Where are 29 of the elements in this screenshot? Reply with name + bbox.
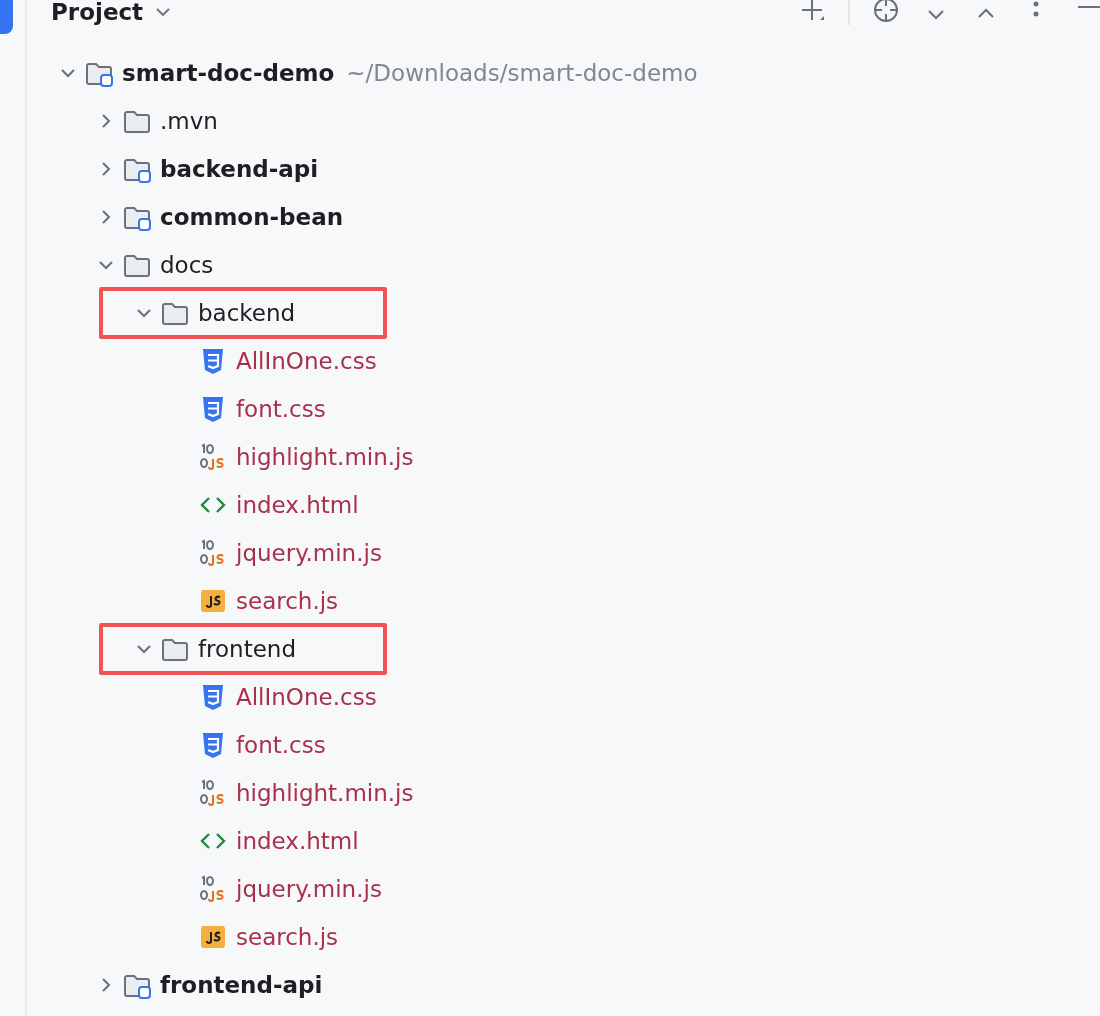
file-name[interactable]: search.js — [236, 924, 339, 950]
folder-name[interactable]: backend — [198, 300, 296, 326]
file-name[interactable]: AllInOne.css — [236, 684, 377, 710]
minified-js-icon — [199, 875, 227, 903]
tool-window-button[interactable] — [0, 0, 13, 34]
project-path: ~/Downloads/smart-doc-demo — [346, 60, 698, 86]
file-name[interactable]: index.html — [236, 492, 359, 518]
minified-js-icon — [199, 539, 227, 567]
folder-name[interactable]: .mvn — [160, 108, 218, 134]
folder-name[interactable]: backend-api — [160, 156, 319, 182]
file-name[interactable]: highlight.min.js — [236, 444, 414, 470]
file-name[interactable]: search.js — [236, 588, 339, 614]
js-file-icon — [199, 587, 227, 615]
file-name[interactable]: index.html — [236, 828, 359, 854]
folder-name[interactable]: common-bean — [160, 204, 344, 230]
panel-title[interactable]: Project — [51, 0, 144, 25]
folder-name[interactable]: frontend — [198, 636, 297, 662]
file-name[interactable]: highlight.min.js — [236, 780, 414, 806]
js-file-icon — [199, 923, 227, 951]
file-name[interactable]: jquery.min.js — [236, 876, 382, 902]
file-name[interactable]: font.css — [236, 396, 326, 422]
file-name[interactable]: jquery.min.js — [236, 540, 382, 566]
folder-name[interactable]: frontend-api — [160, 972, 323, 998]
folder-name[interactable]: smart-doc-demo — [122, 60, 335, 86]
folder-name[interactable]: docs — [160, 252, 214, 278]
minified-js-icon — [199, 443, 227, 471]
minified-js-icon — [199, 779, 227, 807]
file-name[interactable]: font.css — [236, 732, 326, 758]
file-name[interactable]: AllInOne.css — [236, 348, 377, 374]
